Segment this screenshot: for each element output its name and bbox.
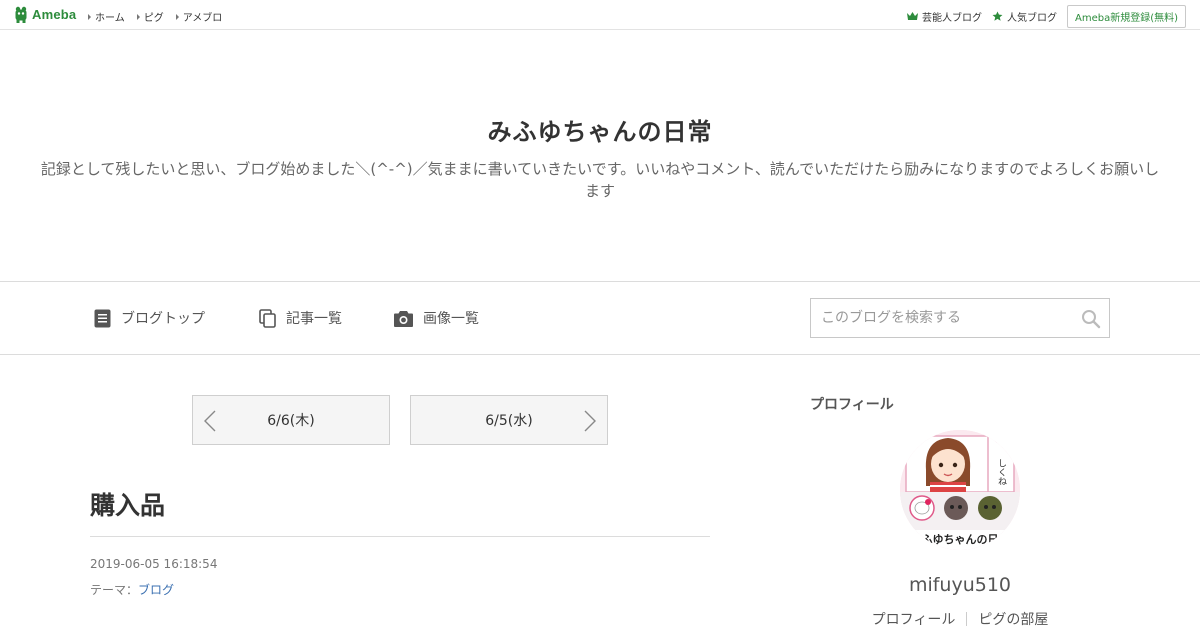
nav-blog-top-label: ブログトップ: [121, 311, 205, 327]
nav-article-list[interactable]: 記事一覧: [259, 308, 342, 328]
avatar-side-text: しくね: [996, 458, 1007, 485]
document-icon: [94, 309, 111, 327]
ameba-logo[interactable]: Ameba: [14, 6, 76, 23]
avatar[interactable]: しくね ふゆちゃんの日: [900, 430, 1020, 550]
nav-image-list-label: 画像一覧: [423, 311, 479, 327]
popular-blog-link[interactable]: 人気ブログ: [992, 9, 1057, 24]
logo-text: Ameba: [32, 7, 77, 22]
profile-username[interactable]: mifuyu510: [810, 574, 1110, 596]
entry-theme-prefix: テーマ：: [90, 583, 139, 597]
blog-title[interactable]: みふゆちゃんの日常: [0, 112, 1200, 147]
crown-icon: [906, 12, 918, 20]
register-button[interactable]: Ameba新規登録(無料): [1066, 5, 1186, 28]
caret-right-icon: [88, 13, 91, 20]
entry-theme: テーマ：ブログ: [90, 581, 174, 598]
entry-title[interactable]: 購入品: [90, 486, 165, 522]
prev-entry-label: 6/6(木): [267, 413, 315, 429]
avatar-illustration: しくね ふゆちゃんの日: [900, 430, 1020, 550]
star-icon: [992, 11, 1003, 21]
celebrity-blog-label: 芸能人ブログ: [921, 13, 982, 24]
global-nav-ameblo[interactable]: アメブロ: [175, 9, 223, 24]
caret-right-icon: [136, 13, 140, 20]
blog-nav: ブログトップ 記事一覧 画像一覧: [0, 282, 1200, 355]
blog-header: みふゆちゃんの日常 記録として残したいと思い、ブログ始めました＼(^-^)／気ま…: [0, 30, 1200, 282]
next-entry-button[interactable]: 6/5(水): [410, 395, 608, 445]
global-nav: ホーム ピグ アメブロ: [88, 9, 222, 24]
blog-description: 記録として残したいと思い、ブログ始めました＼(^-^)／気ままに書いていきたいで…: [40, 160, 1160, 200]
prev-entry-button[interactable]: 6/6(木): [192, 395, 390, 445]
global-nav-label: ホーム: [95, 13, 125, 24]
pigg-room-link[interactable]: ピグの部屋: [967, 609, 1059, 629]
profile-links: プロフィール ピグの部屋: [810, 609, 1110, 629]
chevron-left-icon: [204, 410, 216, 432]
profile-heading: プロフィール: [810, 397, 894, 413]
celebrity-blog-link[interactable]: 芸能人ブログ: [906, 9, 982, 24]
blog-search-input[interactable]: [811, 299, 1071, 337]
entry-theme-link[interactable]: ブログ: [138, 583, 174, 597]
blog-search-box: [810, 298, 1110, 338]
global-header: Ameba ホーム ピグ アメブロ 芸能人ブログ 人気ブログ Ameba新規登録…: [0, 0, 1200, 30]
camera-icon: [394, 310, 413, 327]
next-entry-label: 6/5(水): [485, 413, 533, 429]
ameba-logo-icon: [15, 6, 27, 23]
global-nav-home[interactable]: ホーム: [88, 9, 125, 24]
nav-image-list[interactable]: 画像一覧: [394, 308, 479, 328]
search-icon[interactable]: [1081, 309, 1101, 329]
nav-blog-top[interactable]: ブログトップ: [94, 308, 205, 328]
entry-divider: [90, 536, 710, 537]
popular-blog-label: 人気ブログ: [1006, 13, 1057, 24]
global-nav-pigg[interactable]: ピグ: [136, 9, 164, 24]
nav-article-list-label: 記事一覧: [286, 311, 342, 327]
avatar-caption: ふゆちゃんの日: [922, 533, 999, 546]
caret-right-icon: [175, 13, 179, 20]
global-nav-label: アメブロ: [182, 13, 223, 24]
global-nav-label: ピグ: [143, 13, 164, 24]
copy-icon: [259, 308, 276, 328]
entry-date: 2019-06-05 16:18:54: [90, 557, 218, 571]
global-right-links: 芸能人ブログ 人気ブログ Ameba新規登録(無料): [906, 5, 1186, 28]
profile-link[interactable]: プロフィール: [861, 609, 967, 629]
chevron-right-icon: [584, 410, 596, 432]
